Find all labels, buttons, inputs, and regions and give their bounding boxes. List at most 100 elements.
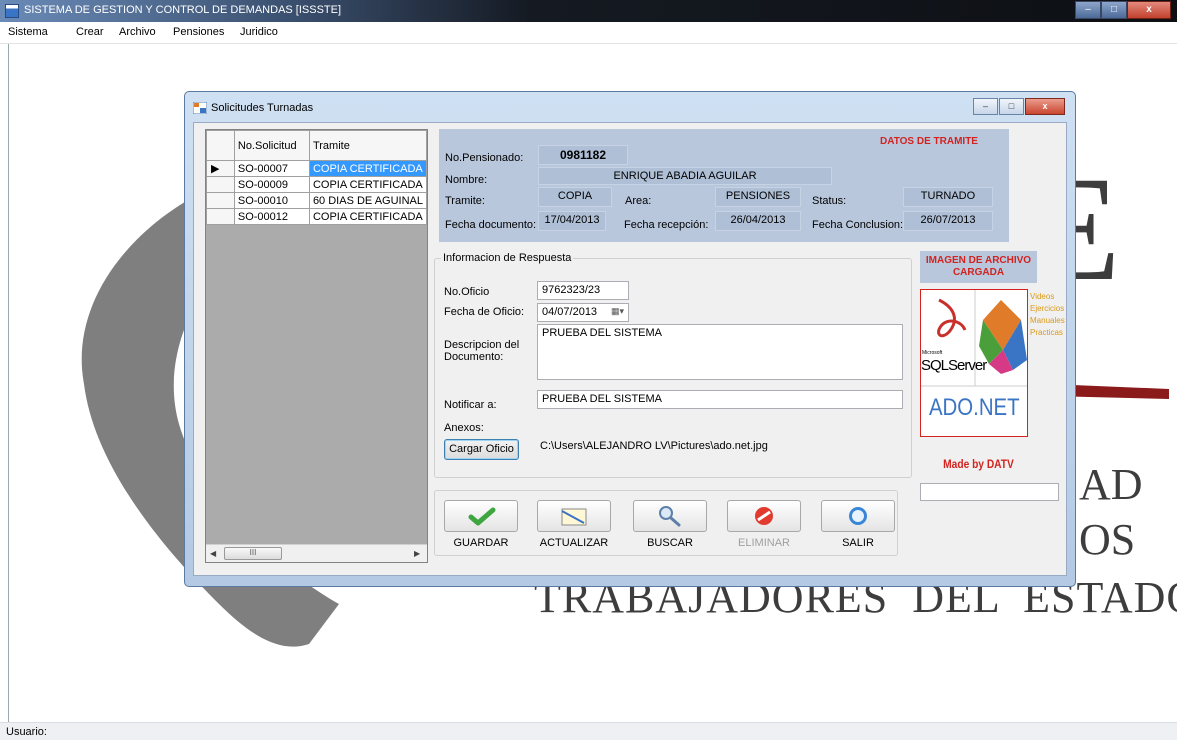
menu-pensiones[interactable]: Pensiones	[173, 26, 224, 38]
menu-crear[interactable]: Crear	[76, 26, 104, 38]
cell-tramite[interactable]: COPIA CERTIFICADA	[308, 160, 427, 177]
fecha-documento-label: Fecha documento:	[445, 219, 537, 231]
descripcion-label: Descripcion del Documento:	[444, 339, 520, 363]
minimize-button[interactable]: –	[1075, 1, 1101, 19]
fecha-recepcion-label: Fecha recepción:	[624, 219, 709, 231]
image-side-list: Videos Ejercicios Manuales Practicas	[1030, 291, 1065, 339]
scroll-right-icon[interactable]: ▶	[414, 549, 420, 558]
imagen-archivo-header: IMAGEN DE ARCHIVO CARGADA	[920, 251, 1037, 283]
menu-archivo[interactable]: Archivo	[119, 26, 156, 38]
datos-tramite-panel: DATOS DE TRAMITE No.Pensionado: 0981182 …	[439, 129, 1009, 242]
salir-button[interactable]	[821, 500, 895, 532]
table-row[interactable]: SO-00009 COPIA CERTIFICADA	[206, 176, 427, 193]
magnifier-icon	[659, 506, 681, 527]
area-label: Area:	[625, 195, 652, 207]
child-close-button[interactable]: x	[1025, 98, 1065, 115]
made-by-label: Made by DATV	[943, 457, 1014, 471]
child-client-area: No.Solicitud Tramite ▶ SO-00007 COPIA CE…	[193, 122, 1067, 576]
menu-bar: Sistema Crear Archivo Pensiones Juridico	[0, 22, 1177, 44]
app-icon	[5, 4, 19, 18]
maximize-button[interactable]: □	[1101, 1, 1127, 19]
status-label: Status:	[812, 195, 847, 207]
fecha-conclusion-label: Fecha Conclusion:	[812, 219, 904, 231]
menu-sistema[interactable]: Sistema	[8, 26, 48, 38]
cargar-oficio-button[interactable]: Cargar Oficio	[444, 439, 519, 460]
child-minimize-button[interactable]: –	[973, 98, 998, 115]
table-row[interactable]: ▶ SO-00007 COPIA CERTIFICADA	[206, 160, 427, 177]
actualizar-button[interactable]	[537, 500, 611, 532]
column-header-solicitud[interactable]: No.Solicitud	[233, 130, 310, 161]
nombre-value: ENRIQUE ABADIA AGUILAR	[538, 167, 832, 185]
pensionado-label: No.Pensionado:	[445, 152, 524, 164]
row-header[interactable]	[206, 208, 235, 225]
table-row[interactable]: SO-00010 60 DIAS DE AGUINAL	[206, 192, 427, 209]
child-window-title: Solicitudes Turnadas	[211, 102, 314, 114]
nombre-label: Nombre:	[445, 174, 488, 186]
window-form-icon	[193, 102, 207, 114]
checkmark-icon	[468, 507, 496, 526]
cell-tramite[interactable]: 60 DIAS DE AGUINAL	[308, 192, 427, 209]
pensionado-value: 0981182	[538, 145, 628, 165]
buscar-label: BUSCAR	[647, 537, 693, 549]
datos-tramite-header: DATOS DE TRAMITE	[880, 136, 978, 147]
row-header[interactable]	[206, 176, 235, 193]
watermark-line1: AD	[1079, 460, 1143, 509]
salir-label: SALIR	[842, 537, 874, 549]
eliminar-button[interactable]	[727, 500, 801, 532]
grid-horizontal-scrollbar[interactable]: ◀ III ▶	[206, 544, 427, 562]
main-title-bar: SISTEMA DE GESTION Y CONTROL DE DEMANDAS…	[0, 0, 1177, 22]
menu-juridico[interactable]: Juridico	[240, 26, 278, 38]
scroll-left-icon[interactable]: ◀	[210, 549, 216, 558]
fecha-recepcion-value: 26/04/2013	[715, 211, 801, 231]
notificar-label: Notificar a:	[444, 399, 497, 411]
scroll-thumb[interactable]: III	[224, 547, 282, 560]
current-row-indicator-icon: ▶	[206, 160, 235, 177]
column-header-tramite[interactable]: Tramite	[308, 130, 427, 161]
action-toolbar: GUARDAR ACTUALIZAR BUSCAR ELIMINAR SALIR	[434, 490, 898, 556]
cell-solicitud[interactable]: SO-00009	[233, 176, 310, 193]
extra-text-field[interactable]	[920, 483, 1059, 501]
exit-icon	[849, 507, 867, 525]
side-list-item: Videos	[1030, 292, 1055, 301]
no-oficio-label: No.Oficio	[444, 286, 490, 298]
calendar-dropdown-icon[interactable]: ▦▾	[611, 306, 624, 317]
status-bar: Usuario:	[0, 722, 1177, 740]
archivo-path: C:\Users\ALEJANDRO LV\Pictures\ado.net.j…	[540, 440, 768, 452]
anexos-label: Anexos:	[444, 422, 484, 434]
fecha-documento-value: 17/04/2013	[538, 211, 606, 231]
fecha-oficio-picker[interactable]: 04/07/2013 ▦▾	[537, 303, 629, 322]
fecha-oficio-label: Fecha de Oficio:	[444, 306, 525, 318]
area-value: PENSIONES	[715, 187, 801, 207]
cell-solicitud[interactable]: SO-00010	[233, 192, 310, 209]
descripcion-textarea[interactable]: PRUEBA DEL SISTEMA	[537, 324, 903, 380]
usuario-label: Usuario:	[6, 726, 47, 738]
tramite-value: COPIA	[538, 187, 612, 207]
close-button[interactable]: x	[1127, 1, 1171, 19]
cell-solicitud[interactable]: SO-00007	[233, 160, 310, 177]
cell-tramite[interactable]: COPIA CERTIFICADA	[308, 176, 427, 193]
buscar-button[interactable]	[633, 500, 707, 532]
solicitudes-grid[interactable]: No.Solicitud Tramite ▶ SO-00007 COPIA CE…	[205, 129, 428, 563]
child-maximize-button[interactable]: □	[999, 98, 1024, 115]
notificar-field[interactable]: PRUEBA DEL SISTEMA	[537, 390, 903, 409]
respuesta-group-title: Informacion de Respuesta	[441, 252, 574, 264]
cell-solicitud[interactable]: SO-00012	[233, 208, 310, 225]
fecha-oficio-value: 04/07/2013	[542, 306, 598, 318]
eliminar-label: ELIMINAR	[738, 537, 790, 549]
ado-net-label: ADO.NET	[928, 394, 1020, 421]
respuesta-group: Informacion de Respuesta No.Oficio 97623…	[434, 252, 912, 478]
no-oficio-field[interactable]: 9762323/23	[537, 281, 629, 300]
guardar-button[interactable]	[444, 500, 518, 532]
fecha-conclusion-value: 26/07/2013	[903, 211, 993, 231]
status-value: TURNADO	[903, 187, 993, 207]
side-list-item: Ejercicios	[1030, 304, 1065, 313]
app-title: SISTEMA DE GESTION Y CONTROL DE DEMANDAS…	[24, 4, 342, 16]
tramite-label: Tramite:	[445, 195, 485, 207]
imagen-archivo-preview: Microsoft SQLServer ADO.NET	[920, 289, 1028, 437]
table-row[interactable]: SO-00012 COPIA CERTIFICADA	[206, 208, 427, 225]
side-list-item: Manuales	[1030, 316, 1065, 325]
cell-tramite[interactable]: COPIA CERTIFICADA	[308, 208, 427, 225]
no-entry-icon	[755, 507, 773, 525]
row-header[interactable]	[206, 192, 235, 209]
grid-corner	[206, 130, 235, 161]
